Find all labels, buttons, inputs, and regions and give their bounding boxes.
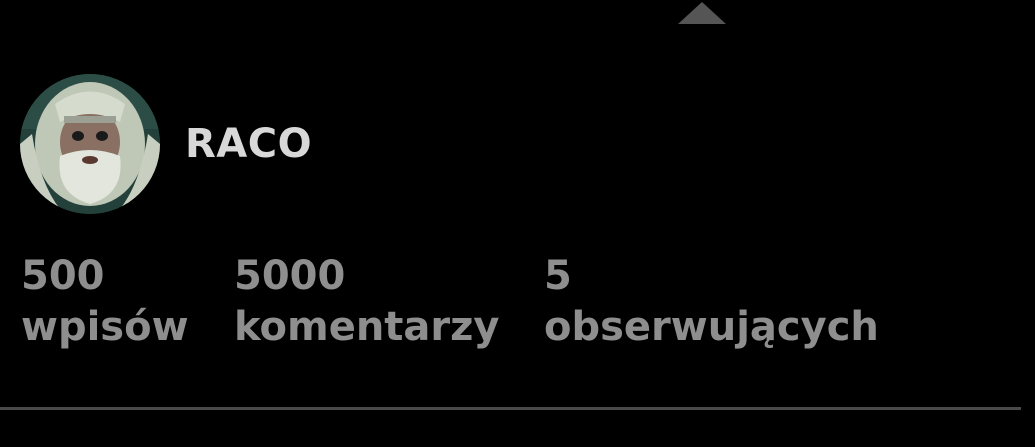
- profile-stats: 500 wpisów 5000 komentarzy 5 obserwujący…: [21, 252, 1021, 362]
- stat-followers-value: 5: [544, 253, 572, 299]
- stat-posts-value: 500: [21, 253, 105, 299]
- stat-posts-label: wpisów: [21, 304, 189, 350]
- profile-header: RACO: [20, 74, 312, 214]
- stat-comments[interactable]: 5000 komentarzy: [234, 252, 500, 354]
- stat-followers[interactable]: 5 obserwujących: [544, 252, 879, 354]
- stat-followers-label: obserwujących: [544, 304, 879, 350]
- stat-comments-label: komentarzy: [234, 304, 500, 350]
- user-avatar-photo-icon: [20, 74, 160, 214]
- stat-posts[interactable]: 500 wpisów: [21, 252, 189, 354]
- divider: [0, 407, 1021, 410]
- dropdown-pointer-caret: [678, 2, 726, 24]
- username[interactable]: RACO: [185, 121, 312, 167]
- stat-comments-value: 5000: [234, 253, 346, 299]
- avatar[interactable]: [20, 74, 160, 214]
